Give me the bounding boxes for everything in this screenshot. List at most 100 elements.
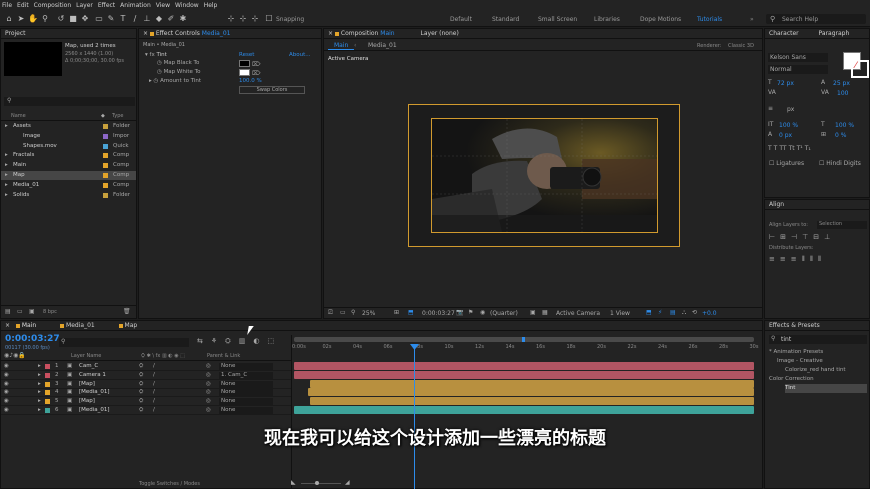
mask-visibility-icon[interactable]: ⬒: [408, 309, 414, 316]
effects-tree-item[interactable]: Color Correction: [769, 375, 867, 384]
map-black-swatch[interactable]: [239, 60, 250, 67]
label-swatch[interactable]: [103, 192, 108, 198]
interpret-footage-icon[interactable]: ▤: [5, 308, 11, 315]
menu-animation[interactable]: Animation: [120, 2, 151, 9]
map-white-swatch[interactable]: [239, 69, 250, 76]
effect-controls-target[interactable]: Media_01: [202, 30, 231, 37]
effect-controls-label[interactable]: Effect Controls: [156, 30, 200, 37]
fx-icon[interactable]: fx: [150, 52, 155, 58]
column-parent[interactable]: Parent & Link: [207, 353, 240, 359]
stopwatch-icon[interactable]: ◷: [157, 60, 162, 66]
comp-timecode[interactable]: 0:00:03:27: [422, 310, 455, 317]
quality-switch-icon[interactable]: ∕: [153, 388, 155, 397]
work-area-marker[interactable]: [522, 337, 525, 342]
workspace-libraries[interactable]: Libraries: [594, 16, 620, 23]
faux-italic-icon[interactable]: T: [774, 145, 778, 154]
bit-depth[interactable]: 8 bpc: [43, 309, 57, 315]
align-bottom-icon[interactable]: ⊥: [824, 233, 830, 241]
roi-icon[interactable]: ▣: [530, 309, 536, 316]
layer-row[interactable]: ◉ ▸ 6 ▣ [Media_01] ⛭ ∕ ◎ None: [1, 406, 291, 415]
subscript-icon[interactable]: T₁: [805, 145, 811, 154]
brush-tool-icon[interactable]: ∕: [130, 14, 140, 24]
superscript-icon[interactable]: T¹: [797, 145, 803, 154]
label-swatch[interactable]: [45, 399, 50, 405]
comp-frame[interactable]: [408, 104, 680, 247]
shy-icon[interactable]: ⛭: [225, 337, 231, 346]
eye-icon[interactable]: ◉: [4, 362, 9, 371]
parent-select[interactable]: 1. Cam_C: [219, 371, 273, 379]
subtab-main[interactable]: Main: [328, 42, 355, 50]
time-ruler[interactable]: 0:00s 02s 04s 06s 08s 10s 12s 14s 16s 18s 20s 22s 24…: [292, 344, 763, 354]
stroke-color-swatch[interactable]: [851, 60, 869, 78]
label-column-icon[interactable]: ◆: [101, 113, 105, 119]
eye-icon[interactable]: ◉: [4, 397, 9, 406]
eye-icon[interactable]: ◉: [4, 406, 9, 415]
shy-switch-icon[interactable]: ⛭: [139, 380, 143, 389]
label-swatch[interactable]: [103, 143, 108, 149]
stopwatch-icon[interactable]: ◷: [157, 69, 162, 75]
label-swatch[interactable]: [103, 163, 108, 169]
close-icon[interactable]: ×: [143, 30, 148, 37]
column-type[interactable]: Type: [112, 113, 123, 119]
quality-switch-icon[interactable]: ∕: [153, 362, 155, 371]
zoom-in-icon[interactable]: ◢: [345, 479, 350, 486]
project-row[interactable]: ▸ Fractals Comp: [1, 151, 136, 160]
menu-edit[interactable]: Edit: [17, 2, 29, 9]
menu-layer[interactable]: Layer: [76, 2, 93, 9]
clone-tool-icon[interactable]: ⊥: [142, 14, 152, 24]
layer-duration-bar[interactable]: [294, 370, 754, 379]
layer-duration-bar[interactable]: [310, 397, 754, 406]
new-folder-icon[interactable]: ▭: [17, 308, 23, 315]
roto-tool-icon[interactable]: ✐: [166, 14, 176, 24]
menu-composition[interactable]: Composition: [34, 2, 71, 9]
zoom-slider-handle[interactable]: [315, 481, 319, 485]
label-swatch[interactable]: [103, 124, 108, 129]
effects-presets-tab[interactable]: Effects & Presets: [765, 321, 869, 331]
effects-search-input[interactable]: ⚲ tint: [769, 335, 867, 344]
label-swatch[interactable]: [103, 173, 108, 178]
home-icon[interactable]: ⌂: [4, 14, 14, 24]
zoom-dropdown[interactable]: 25%: [362, 310, 375, 317]
motion-blur-icon[interactable]: ◐: [253, 337, 259, 346]
effects-tree-item[interactable]: Image - Creative: [777, 357, 867, 366]
close-icon[interactable]: ×: [328, 30, 333, 37]
disclosure-triangle-icon[interactable]: ▸: [38, 380, 41, 389]
axis-view-icon[interactable]: ⊹: [250, 14, 260, 24]
amount-value[interactable]: 100.0 %: [239, 77, 262, 86]
workspace-dope-motions[interactable]: Dope Motions: [640, 16, 681, 23]
pan-behind-tool-icon[interactable]: ✥: [80, 14, 90, 24]
layer-duration-bar[interactable]: [310, 379, 754, 388]
font-family-select[interactable]: Kelson Sans: [768, 53, 828, 62]
effects-tree-item[interactable]: Colorize_red hand tint: [785, 366, 867, 375]
ligatures-checkbox[interactable]: ☐ Ligatures: [769, 160, 804, 167]
layer-row[interactable]: ◉ ▸ 2 ▣ Camera 1 ⛭ ∕ ◎ 1. Cam_C: [1, 371, 291, 380]
disclosure-triangle-icon[interactable]: ▾: [145, 52, 148, 58]
timeline-tab-map[interactable]: Map: [125, 322, 138, 329]
quality-switch-icon[interactable]: ∕: [153, 397, 155, 406]
label-swatch[interactable]: [45, 408, 50, 413]
layer-duration-bar[interactable]: [308, 388, 754, 397]
tab-character[interactable]: Character: [769, 30, 799, 37]
align-vcenter-icon[interactable]: ⊟: [813, 233, 819, 241]
menu-effect[interactable]: Effect: [98, 2, 115, 9]
shy-switch-icon[interactable]: ⛭: [139, 406, 143, 415]
disclosure-triangle-icon[interactable]: ▸: [38, 388, 41, 397]
layer-duration-bar[interactable]: [294, 362, 754, 370]
shy-switch-icon[interactable]: ⛭: [139, 397, 143, 406]
composition-target[interactable]: Main: [380, 30, 394, 37]
selection-tool-icon[interactable]: ➤: [16, 14, 26, 24]
distribute-vcenter-icon[interactable]: ≡: [780, 255, 786, 264]
stroke-unit[interactable]: px: [787, 106, 794, 113]
project-row[interactable]: ▸ Solids Folder: [1, 191, 136, 200]
pickwhip-icon[interactable]: ◎: [206, 406, 211, 415]
puppet-tool-icon[interactable]: ✱: [178, 14, 188, 24]
parent-select[interactable]: None: [219, 389, 273, 397]
menu-file[interactable]: File: [2, 2, 12, 9]
stopwatch-icon[interactable]: ◷: [154, 78, 159, 84]
rectangle-tool-icon[interactable]: ▭: [94, 14, 104, 24]
hindi-digits-checkbox[interactable]: ☐ Hindi Digits: [819, 160, 861, 167]
align-right-icon[interactable]: ⊣: [791, 233, 797, 241]
all-caps-icon[interactable]: TT: [779, 145, 786, 154]
vertical-scale-value[interactable]: 100 %: [779, 122, 798, 129]
project-row[interactable]: ▸ Media_01 Comp: [1, 181, 136, 190]
